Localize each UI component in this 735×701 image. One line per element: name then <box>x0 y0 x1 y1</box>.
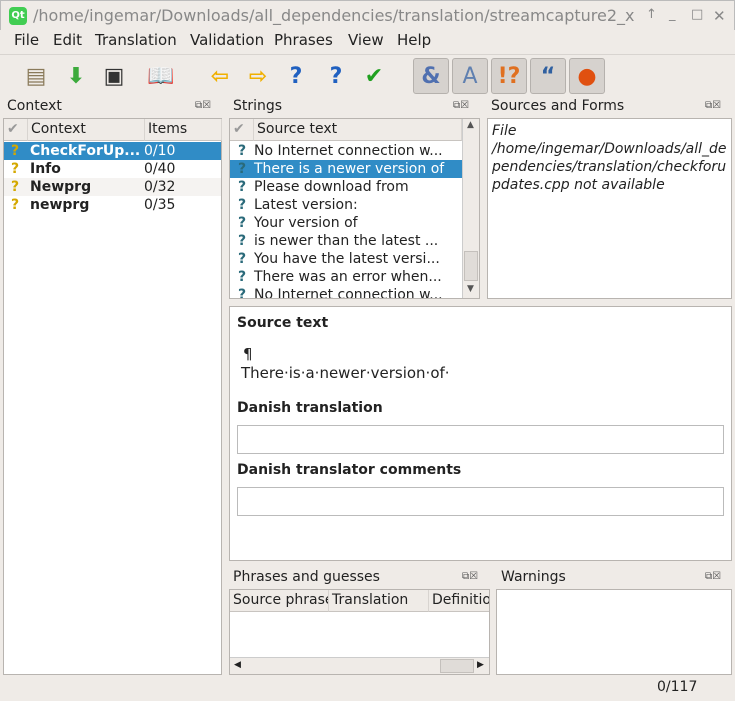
done-next-icon[interactable]: ✔ <box>356 58 392 94</box>
context-row[interactable]: ? newprg 0/35 <box>4 196 221 214</box>
unfinished-icon: ? <box>10 161 20 177</box>
qt-logo-icon: Qt <box>9 7 27 25</box>
source-paragraph-mark: ¶ <box>243 345 253 363</box>
unfinished-icon: ? <box>10 179 20 195</box>
scrollbar-thumb[interactable] <box>464 251 478 281</box>
warnings-dock-title: Warnings <box>501 569 566 585</box>
dock-float-close-icon[interactable]: ⧉☒ <box>453 100 469 111</box>
context-row[interactable]: ? Info 0/40 <box>4 160 221 178</box>
string-row[interactable]: ? There was an error when... <box>230 268 462 286</box>
translation-column-header[interactable]: Translation <box>329 590 429 612</box>
menu-validation[interactable]: Validation <box>190 31 264 49</box>
minimize-button[interactable]: _ <box>669 7 676 22</box>
punctuation-check-icon[interactable]: A <box>452 58 488 94</box>
translation-editor: Source text ¶ There·is·a·newer·version·o… <box>229 306 732 561</box>
phrasebook-icon[interactable]: 📖 <box>143 58 179 94</box>
prev-unfinished-icon[interactable]: ? <box>278 58 314 94</box>
menu-view[interactable]: View <box>348 31 384 49</box>
strings-list: ✔ Source text ? No Internet connection w.… <box>229 118 480 299</box>
next-icon[interactable]: ⇨ <box>240 58 276 94</box>
prev-icon[interactable]: ⇦ <box>202 58 238 94</box>
string-row[interactable]: ? No Internet connection w... <box>230 142 462 160</box>
menu-bar: File Edit Translation Validation Phrases… <box>0 30 735 52</box>
comments-label: Danish translator comments <box>237 462 462 478</box>
scroll-up-icon[interactable]: ▲ <box>467 120 474 130</box>
accelerator-check-icon[interactable]: & <box>413 58 449 94</box>
unfinished-icon: ? <box>237 143 247 159</box>
items-column-header[interactable]: Items <box>145 119 222 141</box>
unfinished-icon: ? <box>237 161 247 177</box>
status-count: 0/117 <box>657 679 698 695</box>
translation-input[interactable] <box>237 425 724 454</box>
unfinished-icon: ? <box>237 197 247 213</box>
window-title: /home/ingemar/Downloads/all_dependencies… <box>33 6 635 25</box>
context-dock-title: Context <box>7 98 62 114</box>
source-text-label: Source text <box>237 315 329 331</box>
scroll-right-icon[interactable]: ▶ <box>477 660 484 670</box>
sources-dock-title: Sources and Forms <box>491 98 625 114</box>
menu-edit[interactable]: Edit <box>53 31 82 49</box>
title-bar: Qt /home/ingemar/Downloads/all_dependenc… <box>0 0 735 30</box>
surrounding-whitespace-check-icon[interactable]: ● <box>569 58 605 94</box>
menu-file[interactable]: File <box>14 31 39 49</box>
source-phrase-column-header[interactable]: Source phrase <box>230 590 329 612</box>
string-row[interactable]: ? is newer than the latest ... <box>230 232 462 250</box>
next-unfinished-icon[interactable]: ? <box>318 58 354 94</box>
context-column-header[interactable]: Context <box>28 119 145 141</box>
print-icon[interactable]: ▣ <box>96 58 132 94</box>
source-text-value: There·is·a·newer·version·of· <box>241 364 450 382</box>
keep-above-icon[interactable]: ↑ <box>646 7 657 22</box>
unfinished-icon: ? <box>237 179 247 195</box>
dock-float-close-icon[interactable]: ⧉☒ <box>705 100 721 111</box>
string-row[interactable]: ? There is a newer version of <box>230 160 462 178</box>
source-text-column-header[interactable]: Source text <box>254 119 462 141</box>
unfinished-icon: ? <box>237 269 247 285</box>
dock-float-close-icon[interactable]: ⧉☒ <box>705 571 721 582</box>
context-table: ✔ Context Items ? CheckForUp... 0/10 ? Info… <box>3 118 222 675</box>
string-row[interactable]: ? You have the latest versi... <box>230 250 462 268</box>
save-icon[interactable]: ⬇ <box>58 58 94 94</box>
sources-view: File /home/ingemar/Downloads/all_depende… <box>487 118 732 299</box>
comments-input[interactable] <box>237 487 724 516</box>
string-row[interactable]: ? Please download from <box>230 178 462 196</box>
phrases-dock-title: Phrases and guesses <box>233 569 380 585</box>
scroll-down-icon[interactable]: ▼ <box>467 284 474 294</box>
unfinished-icon: ? <box>237 215 247 231</box>
unfinished-icon: ? <box>237 251 247 267</box>
vertical-scrollbar[interactable]: ▲ ▼ <box>462 119 479 298</box>
unfinished-icon: ? <box>10 143 20 159</box>
menu-translation[interactable]: Translation <box>95 31 177 49</box>
menu-phrases[interactable]: Phrases <box>274 31 333 49</box>
string-row[interactable]: ? Your version of <box>230 214 462 232</box>
translation-label: Danish translation <box>237 400 383 416</box>
phrases-table: Source phrase Translation Definition ◀ ▶ <box>229 589 490 675</box>
close-button[interactable]: ✕ <box>713 7 726 25</box>
unfinished-icon: ? <box>237 233 247 249</box>
strings-dock-title: Strings <box>233 98 283 114</box>
placemarker-check-icon[interactable]: “ <box>530 58 566 94</box>
done-column-icon[interactable]: ✔ <box>230 119 254 141</box>
dock-float-close-icon[interactable]: ⧉☒ <box>462 571 478 582</box>
unfinished-icon: ? <box>10 197 20 213</box>
warnings-view <box>496 589 732 675</box>
context-row[interactable]: ? CheckForUp... 0/10 <box>4 142 221 160</box>
horizontal-scrollbar[interactable]: ◀ ▶ <box>230 657 489 674</box>
dock-float-close-icon[interactable]: ⧉☒ <box>195 100 211 111</box>
open-icon[interactable]: ▤ <box>18 58 54 94</box>
context-row[interactable]: ? Newprg 0/32 <box>4 178 221 196</box>
done-column-icon[interactable]: ✔ <box>4 119 28 141</box>
string-row[interactable]: ? Latest version: <box>230 196 462 214</box>
toolbar: ▤ ⬇ ▣ 📖 ⇦ ⇨ ? ? ✔ & A !? “ ● <box>0 54 735 96</box>
phrase-check-icon[interactable]: !? <box>491 58 527 94</box>
string-row[interactable]: ? No Internet connection w... <box>230 286 462 299</box>
unfinished-icon: ? <box>237 287 247 299</box>
scrollbar-thumb[interactable] <box>440 659 474 673</box>
definition-column-header[interactable]: Definition <box>429 590 489 612</box>
scroll-left-icon[interactable]: ◀ <box>234 660 241 670</box>
menu-help[interactable]: Help <box>397 31 431 49</box>
maximize-button[interactable]: □ <box>691 7 703 22</box>
